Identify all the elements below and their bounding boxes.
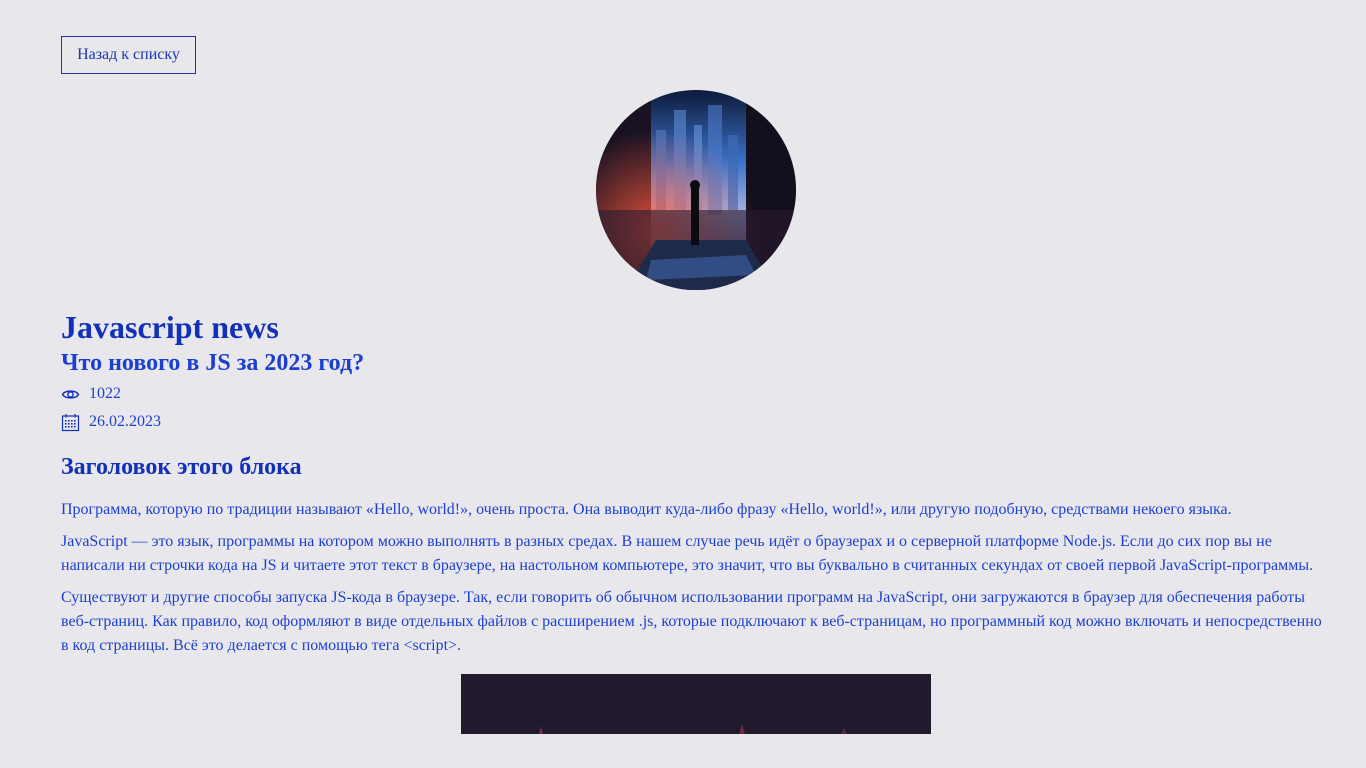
- paragraph: Программа, которую по традиции называют …: [61, 501, 1232, 518]
- article-cover-image: [596, 90, 796, 290]
- article-subtitle: Что нового в JS за 2023 год?: [61, 350, 365, 376]
- back-to-list-button[interactable]: Назад к списку: [61, 36, 196, 74]
- article-inline-image: [461, 674, 931, 734]
- cyberpunk-city-illustration: [596, 90, 796, 290]
- date-value: 26.02.2023: [89, 413, 161, 430]
- paragraph: Существуют и другие способы запуска JS-к…: [61, 589, 1322, 654]
- article-body: Программа, которую по традиции называют …: [61, 498, 1326, 666]
- news-detail-page: Назад к списку Javascript news Что новог…: [0, 0, 1366, 768]
- article-title: Javascript news: [61, 309, 279, 345]
- eye-icon: [61, 385, 80, 404]
- calendar-icon: [61, 413, 80, 432]
- publish-date: 26.02.2023: [61, 412, 161, 432]
- views-count: 1022: [89, 385, 121, 402]
- block-heading: Заголовок этого блока: [61, 454, 302, 480]
- views-counter: 1022: [61, 384, 121, 404]
- paragraph: JavaScript — это язык, программы на кото…: [61, 533, 1314, 574]
